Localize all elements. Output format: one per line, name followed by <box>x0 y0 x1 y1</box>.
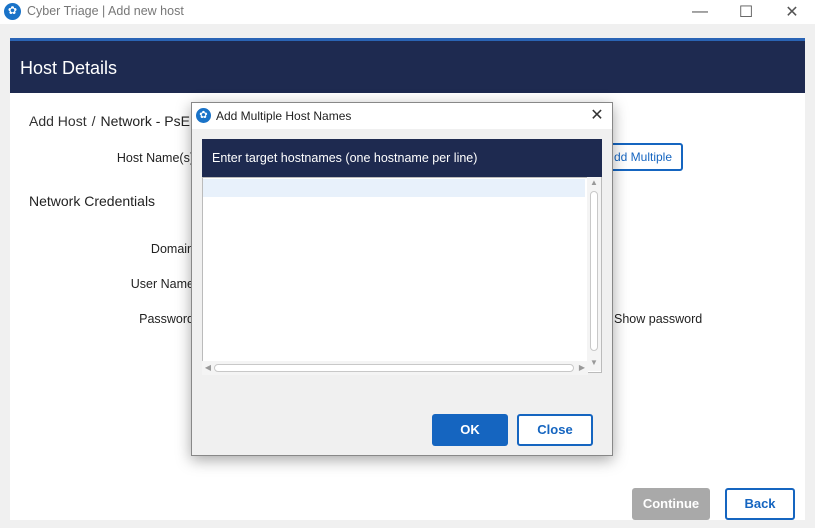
cyber-triage-logo-icon: ✿ <box>4 3 21 20</box>
horizontal-scrollbar[interactable]: ◀ ▶ <box>202 361 588 375</box>
breadcrumb: Add Host / Network - PsE <box>29 113 190 129</box>
dialog-close-icon[interactable]: ✕ <box>586 105 608 127</box>
maximize-button[interactable]: ☐ <box>723 0 769 24</box>
window-close-button[interactable]: ✕ <box>769 0 815 24</box>
minimize-button[interactable]: — <box>677 0 723 24</box>
scroll-right-icon[interactable]: ▶ <box>576 361 588 375</box>
scroll-left-icon[interactable]: ◀ <box>202 361 214 375</box>
page-title: Host Details <box>20 58 118 78</box>
ok-button[interactable]: OK <box>432 414 508 446</box>
back-button[interactable]: Back <box>725 488 795 520</box>
window-titlebar: ✿ Cyber Triage | Add new host — ☐ ✕ <box>0 0 815 24</box>
breadcrumb-separator: / <box>91 113 96 129</box>
breadcrumb-network: Network - PsE <box>100 113 190 129</box>
network-credentials-title: Network Credentials <box>29 193 156 209</box>
header-bar: Host Details <box>10 41 805 93</box>
hostname-label: Host Name(s) <box>116 151 194 165</box>
continue-button: Continue <box>632 488 710 520</box>
cyber-triage-logo-icon: ✿ <box>196 108 211 123</box>
domain-label: Domain <box>150 242 194 256</box>
hostnames-textarea[interactable] <box>202 177 602 373</box>
show-password-checkbox[interactable]: Show password <box>614 312 702 326</box>
password-label: Password <box>139 312 194 326</box>
dialog-titlebar: ✿ Add Multiple Host Names ✕ <box>192 103 612 129</box>
dialog-title: Add Multiple Host Names <box>216 109 352 123</box>
window-title: Cyber Triage | Add new host <box>27 4 184 18</box>
breadcrumb-add-host[interactable]: Add Host <box>29 113 87 129</box>
horizontal-scroll-thumb[interactable] <box>214 364 574 372</box>
dialog-instruction-bar: Enter target hostnames (one hostname per… <box>202 139 602 177</box>
dialog-instruction: Enter target hostnames (one hostname per… <box>212 151 478 165</box>
close-button[interactable]: Close <box>517 414 593 446</box>
username-label: User Name <box>130 277 194 291</box>
add-multiple-hosts-dialog: ✿ Add Multiple Host Names ✕ Enter target… <box>191 102 613 456</box>
